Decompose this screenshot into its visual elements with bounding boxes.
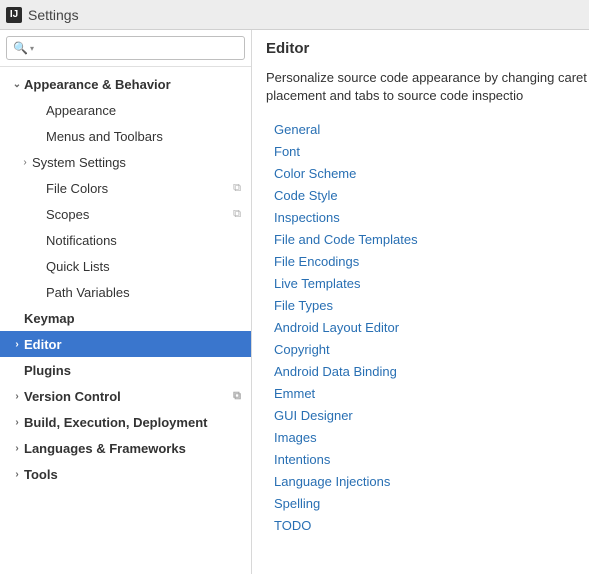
window-title: Settings xyxy=(28,7,79,23)
tree-item-notifications[interactable]: Notifications xyxy=(0,227,251,253)
content-pane: Editor Personalize source code appearanc… xyxy=(252,30,589,574)
subpage-link-android-layout-editor[interactable]: Android Layout Editor xyxy=(274,317,589,339)
chevron-right-icon[interactable]: › xyxy=(10,339,24,350)
subpage-link-file-encodings[interactable]: File Encodings xyxy=(274,251,589,273)
tree-item-editor[interactable]: ›Editor xyxy=(0,331,251,357)
tree-item-label: Path Variables xyxy=(46,285,251,300)
chevron-right-icon[interactable]: › xyxy=(10,469,24,480)
search-input[interactable] xyxy=(38,41,244,56)
subpage-link-file-and-code-templates[interactable]: File and Code Templates xyxy=(274,229,589,251)
project-scope-icon: ⧉ xyxy=(233,182,251,195)
tree-item-menus-and-toolbars[interactable]: Menus and Toolbars xyxy=(0,123,251,149)
subpage-link-spelling[interactable]: Spelling xyxy=(274,493,589,515)
subpage-link-list: GeneralFontColor SchemeCode StyleInspect… xyxy=(266,119,589,537)
tree-item-label: File Colors xyxy=(46,181,233,196)
tree-item-languages-frameworks[interactable]: ›Languages & Frameworks xyxy=(0,435,251,461)
tree-item-label: Keymap xyxy=(24,311,251,326)
subpage-link-android-data-binding[interactable]: Android Data Binding xyxy=(274,361,589,383)
content-description: Personalize source code appearance by ch… xyxy=(266,69,589,105)
tree-item-tools[interactable]: ›Tools xyxy=(0,461,251,487)
tree-item-label: Build, Execution, Deployment xyxy=(24,415,251,430)
chevron-down-icon[interactable]: ▾ xyxy=(30,44,38,53)
subpage-link-file-types[interactable]: File Types xyxy=(274,295,589,317)
tree-item-version-control[interactable]: ›Version Control⧉ xyxy=(0,383,251,409)
chevron-right-icon[interactable]: › xyxy=(10,443,24,454)
project-scope-icon: ⧉ xyxy=(233,208,251,221)
titlebar: IJ Settings xyxy=(0,0,589,30)
subpage-link-language-injections[interactable]: Language Injections xyxy=(274,471,589,493)
tree-item-file-colors[interactable]: File Colors⧉ xyxy=(0,175,251,201)
subpage-link-emmet[interactable]: Emmet xyxy=(274,383,589,405)
tree-item-path-variables[interactable]: Path Variables xyxy=(0,279,251,305)
chevron-right-icon[interactable]: › xyxy=(10,417,24,428)
tree-item-label: Version Control xyxy=(24,389,233,404)
subpage-link-todo[interactable]: TODO xyxy=(274,515,589,537)
tree-item-system-settings[interactable]: ›System Settings xyxy=(0,149,251,175)
tree-item-quick-lists[interactable]: Quick Lists xyxy=(0,253,251,279)
tree-item-label: System Settings xyxy=(32,155,251,170)
tree-item-appearance-behavior[interactable]: ⌄Appearance & Behavior xyxy=(0,71,251,97)
subpage-link-live-templates[interactable]: Live Templates xyxy=(274,273,589,295)
subpage-link-color-scheme[interactable]: Color Scheme xyxy=(274,163,589,185)
content-title: Editor xyxy=(266,40,589,57)
subpage-link-general[interactable]: General xyxy=(274,119,589,141)
tree-item-label: Notifications xyxy=(46,233,251,248)
search-box[interactable]: 🔍 ▾ xyxy=(6,36,245,60)
tree-item-label: Menus and Toolbars xyxy=(46,129,251,144)
subpage-link-copyright[interactable]: Copyright xyxy=(274,339,589,361)
tree-item-appearance[interactable]: Appearance xyxy=(0,97,251,123)
tree-item-label: Plugins xyxy=(24,363,251,378)
settings-tree: ⌄Appearance & Behavior Appearance Menus an… xyxy=(0,67,251,574)
subpage-link-gui-designer[interactable]: GUI Designer xyxy=(274,405,589,427)
tree-item-label: Scopes xyxy=(46,207,233,222)
tree-item-label: Appearance xyxy=(46,103,251,118)
tree-item-scopes[interactable]: Scopes⧉ xyxy=(0,201,251,227)
chevron-right-icon[interactable]: › xyxy=(10,391,24,402)
search-icon: 🔍 xyxy=(11,41,30,55)
subpage-link-intentions[interactable]: Intentions xyxy=(274,449,589,471)
tree-item-label: Languages & Frameworks xyxy=(24,441,251,456)
chevron-right-icon[interactable]: › xyxy=(18,157,32,168)
subpage-link-images[interactable]: Images xyxy=(274,427,589,449)
tree-item-label: Quick Lists xyxy=(46,259,251,274)
subpage-link-inspections[interactable]: Inspections xyxy=(274,207,589,229)
tree-item-label: Tools xyxy=(24,467,251,482)
project-scope-icon: ⧉ xyxy=(233,390,251,403)
tree-item-label: Editor xyxy=(24,337,251,352)
tree-item-build-execution-deployment[interactable]: ›Build, Execution, Deployment xyxy=(0,409,251,435)
app-icon: IJ xyxy=(6,7,22,23)
tree-item-plugins[interactable]: Plugins xyxy=(0,357,251,383)
subpage-link-font[interactable]: Font xyxy=(274,141,589,163)
tree-item-label: Appearance & Behavior xyxy=(24,77,251,92)
settings-tree-sidebar: 🔍 ▾ ⌄Appearance & Behavior Appearance Menu… xyxy=(0,30,252,574)
subpage-link-code-style[interactable]: Code Style xyxy=(274,185,589,207)
tree-item-keymap[interactable]: Keymap xyxy=(0,305,251,331)
chevron-down-icon[interactable]: ⌄ xyxy=(10,79,24,90)
